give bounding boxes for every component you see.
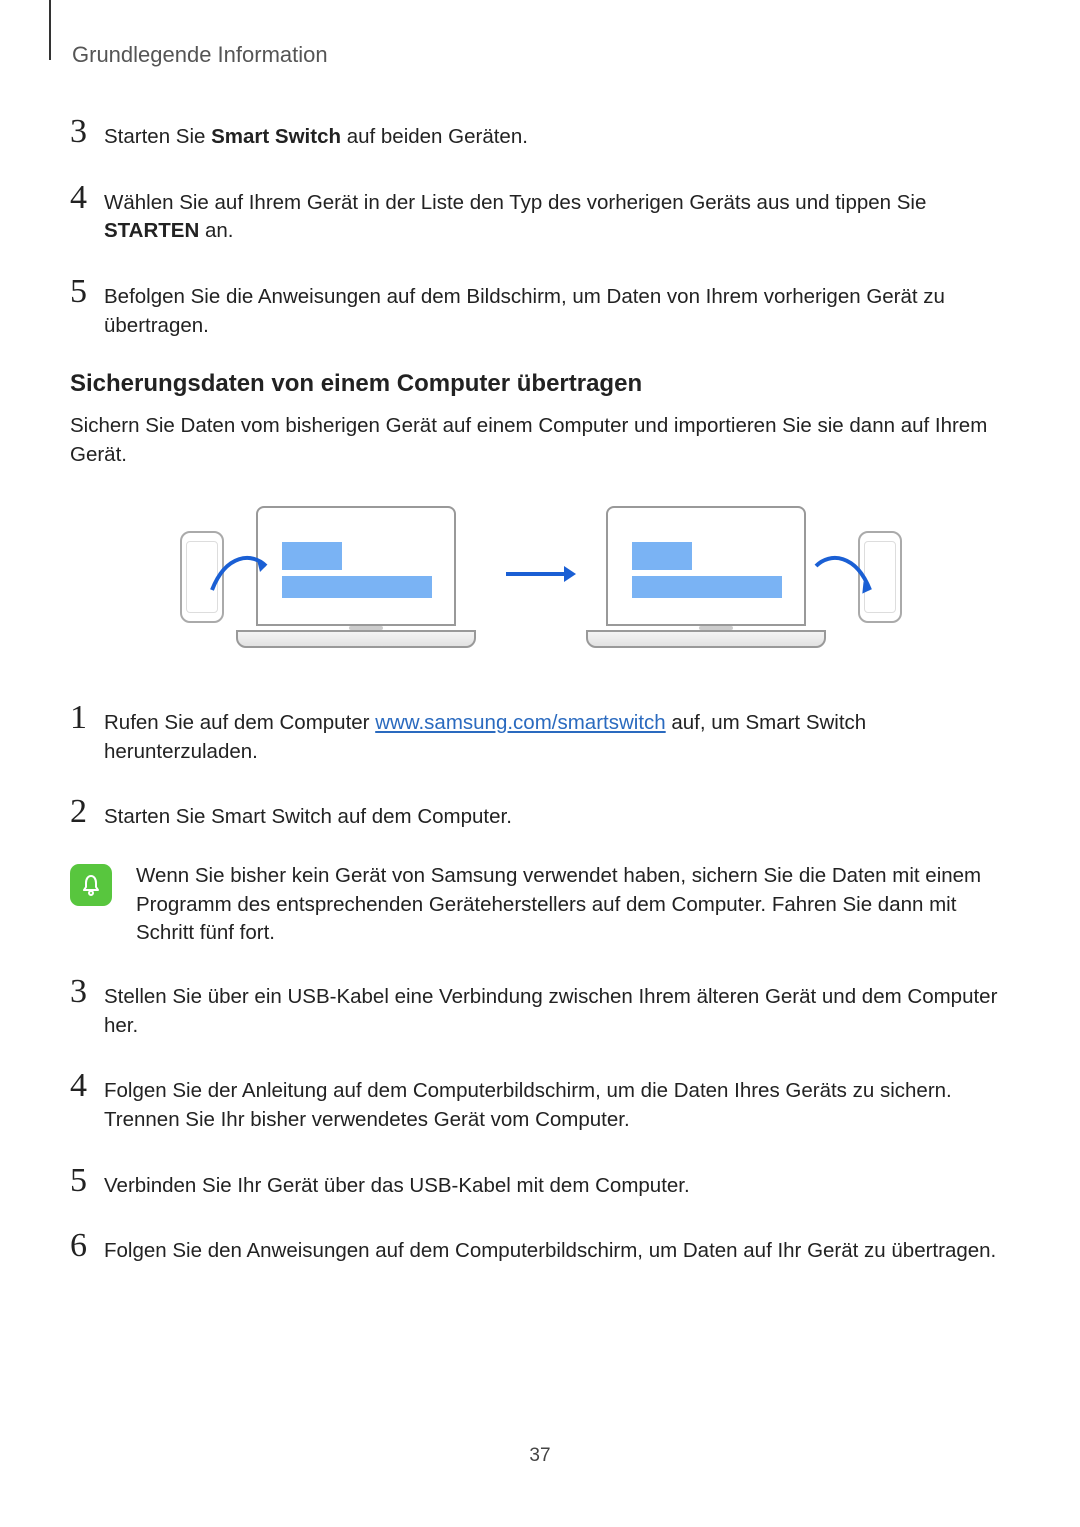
intro-paragraph: Sichern Sie Daten vom bisherigen Gerät a… bbox=[70, 412, 1012, 469]
step-b-1: 1 Rufen Sie auf dem Computer www.samsung… bbox=[70, 702, 1012, 766]
bell-note-icon bbox=[70, 864, 112, 906]
step-text: Starten Sie Smart Switch auf dem Compute… bbox=[104, 803, 1012, 832]
step-b-4: 4 Folgen Sie der Anleitung auf dem Compu… bbox=[70, 1070, 1012, 1134]
step-text-pre: Starten Sie bbox=[104, 125, 211, 148]
step-number: 5 bbox=[70, 276, 104, 308]
figure-left-backup bbox=[174, 506, 476, 648]
step-text-bold: Smart Switch bbox=[211, 125, 341, 148]
smartswitch-link[interactable]: www.samsung.com/smartswitch bbox=[375, 711, 665, 734]
step-b-5: 5 Verbinden Sie Ihr Gerät über das USB-K… bbox=[70, 1165, 1012, 1201]
subheading-backup-transfer: Sicherungsdaten von einem Computer übert… bbox=[70, 370, 1012, 398]
step-b-6: 6 Folgen Sie den Anweisungen auf dem Com… bbox=[70, 1230, 1012, 1266]
step-text-pre: Wählen Sie auf Ihrem Gerät in der Liste … bbox=[104, 191, 926, 214]
data-transfer-arrow-icon bbox=[804, 546, 874, 607]
step-number: 4 bbox=[70, 1070, 104, 1102]
step-text: Verbinden Sie Ihr Gerät über das USB-Kab… bbox=[104, 1172, 1012, 1201]
step-text: Befolgen Sie die Anweisungen auf dem Bil… bbox=[104, 283, 1012, 340]
step-list-a: 3 Starten Sie Smart Switch auf beiden Ge… bbox=[70, 116, 1012, 340]
step-text: Folgen Sie der Anleitung auf dem Compute… bbox=[104, 1077, 1012, 1134]
step-text: Wählen Sie auf Ihrem Gerät in der Liste … bbox=[104, 189, 1012, 246]
laptop-icon bbox=[256, 506, 476, 648]
step-text-post: auf beiden Geräten. bbox=[341, 125, 528, 148]
step-number: 6 bbox=[70, 1230, 104, 1262]
page-edge-line bbox=[49, 0, 51, 60]
step-a-5: 5 Befolgen Sie die Anweisungen auf dem B… bbox=[70, 276, 1012, 340]
step-text-pre: Rufen Sie auf dem Computer bbox=[104, 711, 375, 734]
step-number: 5 bbox=[70, 1165, 104, 1197]
step-b-2: 2 Starten Sie Smart Switch auf dem Compu… bbox=[70, 796, 1012, 832]
step-text: Stellen Sie über ein USB-Kabel eine Verb… bbox=[104, 983, 1012, 1040]
step-number: 1 bbox=[70, 702, 104, 734]
step-text: Rufen Sie auf dem Computer www.samsung.c… bbox=[104, 709, 1012, 766]
section-label: Grundlegende Information bbox=[72, 42, 1012, 68]
step-number: 4 bbox=[70, 182, 104, 214]
data-transfer-arrow-icon bbox=[208, 546, 278, 607]
page-number: 37 bbox=[0, 1445, 1080, 1467]
step-list-b: 1 Rufen Sie auf dem Computer www.samsung… bbox=[70, 702, 1012, 832]
note-block: Wenn Sie bisher kein Gerät von Samsung v… bbox=[70, 862, 1012, 948]
step-text-bold: STARTEN bbox=[104, 219, 199, 242]
step-b-3: 3 Stellen Sie über ein USB-Kabel eine Ve… bbox=[70, 976, 1012, 1040]
note-text: Wenn Sie bisher kein Gerät von Samsung v… bbox=[136, 862, 1012, 948]
step-text: Folgen Sie den Anweisungen auf dem Compu… bbox=[104, 1237, 1012, 1266]
step-a-3: 3 Starten Sie Smart Switch auf beiden Ge… bbox=[70, 116, 1012, 152]
step-number: 3 bbox=[70, 116, 104, 148]
step-text-post: an. bbox=[199, 219, 233, 242]
step-a-4: 4 Wählen Sie auf Ihrem Gerät in der List… bbox=[70, 182, 1012, 246]
transfer-figure bbox=[70, 492, 1012, 662]
step-list-b-cont: 3 Stellen Sie über ein USB-Kabel eine Ve… bbox=[70, 976, 1012, 1266]
figure-right-restore bbox=[606, 506, 908, 648]
arrow-right-icon bbox=[504, 563, 578, 590]
step-text: Starten Sie Smart Switch auf beiden Gerä… bbox=[104, 123, 1012, 152]
step-number: 2 bbox=[70, 796, 104, 828]
step-number: 3 bbox=[70, 976, 104, 1008]
laptop-icon bbox=[606, 506, 826, 648]
